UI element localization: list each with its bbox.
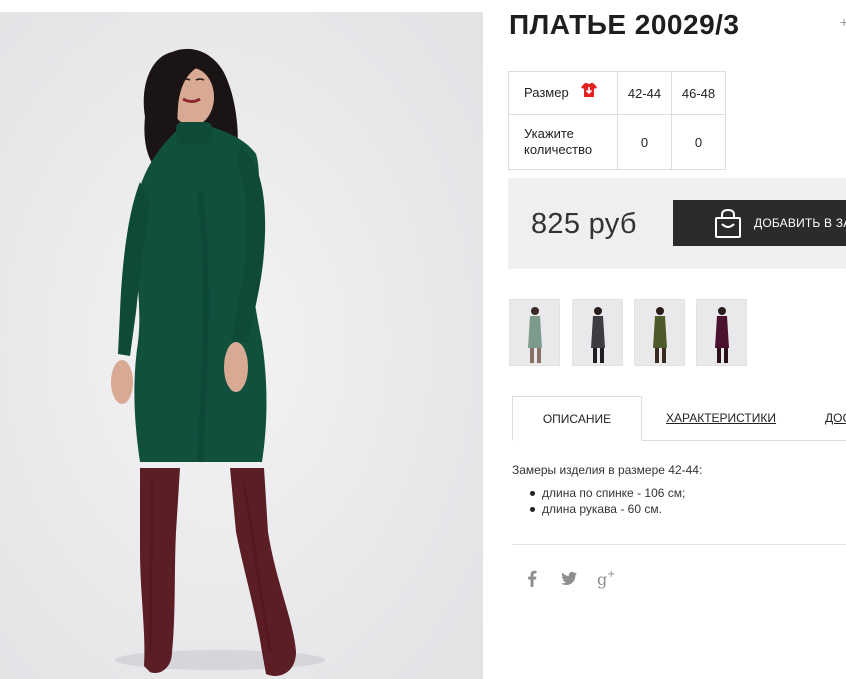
quantity-label-line1: Укажите (524, 126, 574, 141)
thumbnail-gray[interactable] (572, 299, 623, 366)
tab-description[interactable]: ОПИСАНИЕ (512, 396, 642, 441)
quantity-input-46-48[interactable]: 0 (671, 114, 726, 170)
tab-characteristics[interactable]: ХАРАКТЕРИСТИКИ (666, 396, 776, 441)
add-to-order-button[interactable]: ДОБАВИТЬ В ЗАКАЗ (673, 200, 846, 246)
svg-text:+: + (607, 569, 615, 580)
description-list: длина по спинке - 106 см; длина рукава -… (530, 485, 685, 517)
size-label: Размер (524, 84, 569, 100)
product-title: ПЛАТЬЕ 20029/3 (509, 9, 740, 40)
description-intro: Замеры изделия в размере 42-44: (512, 463, 703, 477)
product-main-image[interactable] (0, 12, 483, 679)
thumbnail-burgundy[interactable] (696, 299, 747, 366)
thumbnail-olive[interactable] (634, 299, 685, 366)
add-to-order-label: ДОБАВИТЬ В ЗАКАЗ (754, 216, 846, 230)
size-option-42-44[interactable]: 42-44 (617, 71, 672, 115)
divider (512, 544, 846, 545)
size-quantity-table: Размер 42-44 46-48 Укажите количество 0 … (508, 71, 726, 170)
list-item: длина по спинке - 106 см; (530, 485, 685, 501)
quantity-row: Укажите количество 0 0 (508, 114, 726, 170)
shopping-bag-icon (714, 208, 742, 242)
wishlist-icon[interactable]: + (840, 14, 846, 26)
quantity-label-cell: Укажите количество (508, 114, 618, 170)
svg-text:g: g (597, 570, 607, 589)
twitter-icon[interactable] (558, 567, 580, 589)
google-plus-icon[interactable]: g + (595, 567, 617, 589)
price-block: 825 руб ДОБАВИТЬ В ЗАКАЗ (508, 178, 846, 269)
quantity-input-42-44[interactable]: 0 (617, 114, 672, 170)
thumbnail-green[interactable] (509, 299, 560, 366)
list-item: длина рукава - 60 см. (530, 501, 685, 517)
tab-delivery[interactable]: ДОСТАВКА (825, 396, 846, 441)
quantity-label-line2: количество (524, 142, 593, 157)
size-guide-icon[interactable] (580, 82, 598, 101)
size-option-46-48[interactable]: 46-48 (671, 71, 726, 115)
product-price: 825 руб (531, 208, 637, 240)
size-row: Размер 42-44 46-48 (508, 71, 726, 115)
size-label-cell: Размер (508, 71, 618, 115)
facebook-icon[interactable] (521, 567, 543, 589)
